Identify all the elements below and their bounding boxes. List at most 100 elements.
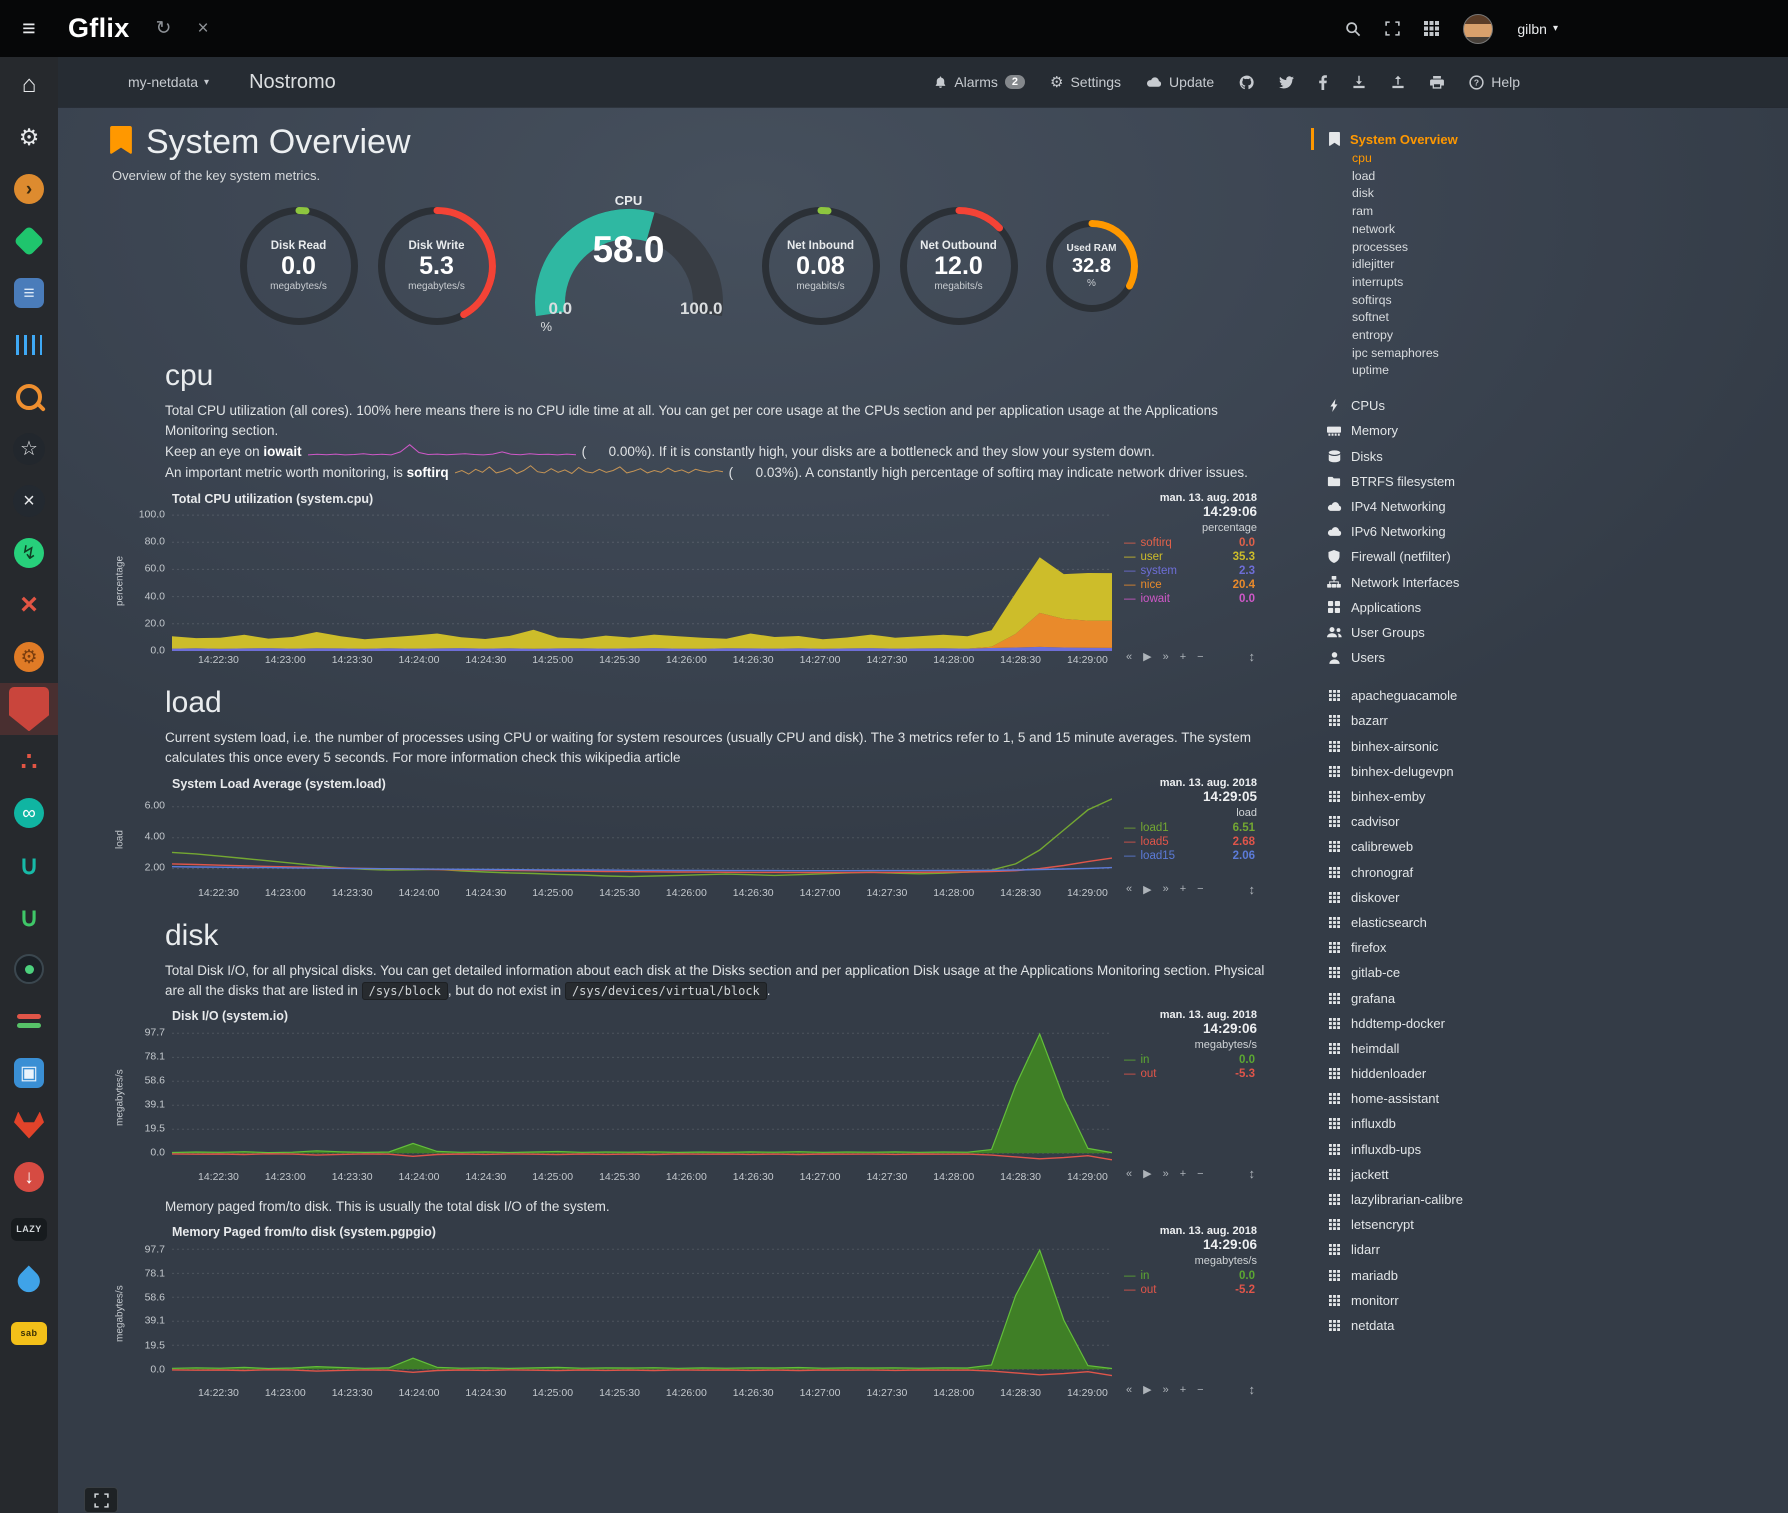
github-icon[interactable] xyxy=(1239,75,1254,90)
menu-item-load[interactable]: load xyxy=(1311,168,1551,186)
menu-app-mariadb[interactable]: mariadb xyxy=(1311,1263,1551,1288)
gauge-disk_read[interactable]: Disk Read0.0megabytes/s xyxy=(239,206,359,326)
app-water-drop-item[interactable] xyxy=(0,1255,58,1307)
chart-plot[interactable] xyxy=(172,1244,1112,1384)
cpu-chart[interactable]: percentageTotal CPU utilization (system.… xyxy=(112,492,1267,666)
disk-io-chart[interactable]: megabytes/sDisk I/O (system.io)0.019.539… xyxy=(112,1009,1267,1183)
legend-nice[interactable]: —nice20.4 xyxy=(1124,578,1257,592)
zoom-out-icon[interactable]: − xyxy=(1197,1384,1203,1396)
resize-icon[interactable]: ↕ xyxy=(1249,1166,1256,1181)
fullscreen-icon[interactable] xyxy=(1385,21,1400,36)
app-red-dots-item[interactable]: ∴ xyxy=(0,735,58,787)
menu-section-memory[interactable]: Memory xyxy=(1311,418,1551,443)
menu-item-ram[interactable]: ram xyxy=(1311,203,1551,221)
menu-item-uptime[interactable]: uptime xyxy=(1311,362,1551,380)
settings-button[interactable]: ⚙ Settings xyxy=(1050,73,1121,91)
gauge-net_inbound[interactable]: Net Inbound0.08megabits/s xyxy=(761,206,881,326)
menu-section-ipv4-networking[interactable]: IPv4 Networking xyxy=(1311,494,1551,519)
search-icon[interactable] xyxy=(1345,21,1361,37)
zoom-in-icon[interactable]: + xyxy=(1180,1384,1186,1396)
play-icon[interactable]: ▶ xyxy=(1143,883,1151,896)
app-red-download-item[interactable]: ↓ xyxy=(0,1151,58,1203)
menu-app-influxdb[interactable]: influxdb xyxy=(1311,1111,1551,1136)
menu-app-lazylibrarian-calibre[interactable]: lazylibrarian-calibre xyxy=(1311,1187,1551,1212)
menu-app-lidarr[interactable]: lidarr xyxy=(1311,1237,1551,1262)
close-icon[interactable]: × xyxy=(197,18,208,40)
menu-section-ipv6-networking[interactable]: IPv6 Networking xyxy=(1311,519,1551,544)
app-blue-window-item[interactable]: ▣ xyxy=(0,1047,58,1099)
menu-section-disks[interactable]: Disks xyxy=(1311,444,1551,469)
user-menu[interactable]: gilbn▾ xyxy=(1517,21,1558,37)
app-dark-x-item[interactable]: × xyxy=(0,475,58,527)
menu-item-softirqs[interactable]: softirqs xyxy=(1311,292,1551,310)
app-dark-ring-item[interactable] xyxy=(0,943,58,995)
app-green-diamond-item[interactable] xyxy=(0,215,58,267)
zoom-in-icon[interactable]: + xyxy=(1180,883,1186,895)
menu-app-chronograf[interactable]: chronograf xyxy=(1311,860,1551,885)
menu-app-netdata[interactable]: netdata xyxy=(1311,1313,1551,1338)
resize-icon[interactable]: ↕ xyxy=(1249,1382,1256,1397)
menu-app-binhex-delugevpn[interactable]: binhex-delugevpn xyxy=(1311,759,1551,784)
apps-grid-icon[interactable] xyxy=(1424,21,1439,36)
menu-app-hddtemp-docker[interactable]: hddtemp-docker xyxy=(1311,1011,1551,1036)
upload-icon[interactable] xyxy=(1391,75,1405,89)
legend-in[interactable]: —in0.0 xyxy=(1124,1269,1257,1283)
menu-system-overview[interactable]: System Overview xyxy=(1311,128,1551,150)
menu-app-firefox[interactable]: firefox xyxy=(1311,935,1551,960)
zoom-in-icon[interactable]: + xyxy=(1180,651,1186,663)
gauge-cpu[interactable]: CPU58.00.0100.0% xyxy=(529,195,729,337)
menu-app-bazarr[interactable]: bazarr xyxy=(1311,708,1551,733)
zoom-in-icon[interactable]: + xyxy=(1180,1168,1186,1180)
menu-app-letsencrypt[interactable]: letsencrypt xyxy=(1311,1212,1551,1237)
menu-item-interrupts[interactable]: interrupts xyxy=(1311,274,1551,292)
legend-out[interactable]: —out-5.3 xyxy=(1124,1067,1257,1081)
menu-app-diskover[interactable]: diskover xyxy=(1311,885,1551,910)
menu-app-home-assistant[interactable]: home-assistant xyxy=(1311,1086,1551,1111)
corner-expand-button[interactable] xyxy=(84,1487,118,1513)
resize-icon[interactable]: ↕ xyxy=(1249,882,1256,897)
legend-system[interactable]: —system2.3 xyxy=(1124,564,1257,578)
load-chart[interactable]: loadSystem Load Average (system.load)2.0… xyxy=(112,777,1267,899)
app-orange-chevron-item[interactable]: › xyxy=(0,163,58,215)
pan-right-icon[interactable]: » xyxy=(1163,883,1169,895)
menu-section-btrfs-filesystem[interactable]: BTRFS filesystem xyxy=(1311,469,1551,494)
chart-plot[interactable] xyxy=(172,796,1112,884)
pan-left-icon[interactable]: « xyxy=(1126,1168,1132,1180)
menu-item-cpu[interactable]: cpu xyxy=(1311,150,1551,168)
app-green-bolt-item[interactable]: ↯ xyxy=(0,527,58,579)
menu-app-cadvisor[interactable]: cadvisor xyxy=(1311,809,1551,834)
legend-load15[interactable]: —load152.06 xyxy=(1124,849,1257,863)
gauge-used_ram[interactable]: Used RAM32.8% xyxy=(1045,219,1139,313)
pan-left-icon[interactable]: « xyxy=(1126,883,1132,895)
pan-right-icon[interactable]: » xyxy=(1163,1384,1169,1396)
menu-item-softnet[interactable]: softnet xyxy=(1311,309,1551,327)
menu-section-user-groups[interactable]: User Groups xyxy=(1311,620,1551,645)
home-item[interactable]: ⌂ xyxy=(0,59,58,111)
pan-right-icon[interactable]: » xyxy=(1163,1168,1169,1180)
menu-item-ipc-semaphores[interactable]: ipc semaphores xyxy=(1311,345,1551,363)
app-orange-circle-item[interactable]: ⚙ xyxy=(0,631,58,683)
settings-gear-item[interactable]: ⚙ xyxy=(0,111,58,163)
legend-in[interactable]: —in0.0 xyxy=(1124,1053,1257,1067)
print-icon[interactable] xyxy=(1430,76,1444,89)
menu-item-processes[interactable]: processes xyxy=(1311,239,1551,257)
menu-app-apacheguacamole[interactable]: apacheguacamole xyxy=(1311,683,1551,708)
menu-section-firewall-netfilter-[interactable]: Firewall (netfilter) xyxy=(1311,544,1551,569)
sabnzbd-item[interactable]: sab xyxy=(0,1307,58,1359)
user-avatar[interactable] xyxy=(1463,14,1493,44)
twitter-icon[interactable] xyxy=(1279,76,1294,89)
app-dark-star-item[interactable]: ☆ xyxy=(0,423,58,475)
menu-app-calibreweb[interactable]: calibreweb xyxy=(1311,834,1551,859)
download-icon[interactable] xyxy=(1352,75,1366,89)
play-icon[interactable]: ▶ xyxy=(1143,1167,1151,1180)
resize-icon[interactable]: ↕ xyxy=(1249,649,1256,664)
legend-load5[interactable]: —load52.68 xyxy=(1124,835,1257,849)
menu-section-applications[interactable]: Applications xyxy=(1311,595,1551,620)
app-red-shield-item[interactable] xyxy=(0,683,58,735)
menu-item-idlejitter[interactable]: idlejitter xyxy=(1311,256,1551,274)
gauge-net_outbound[interactable]: Net Outbound12.0megabits/s xyxy=(899,206,1019,326)
help-button[interactable]: ? Help xyxy=(1469,74,1520,90)
app-teal-u-item[interactable]: ∪ xyxy=(0,839,58,891)
app-equalizer-item[interactable] xyxy=(0,319,58,371)
zoom-out-icon[interactable]: − xyxy=(1197,651,1203,663)
